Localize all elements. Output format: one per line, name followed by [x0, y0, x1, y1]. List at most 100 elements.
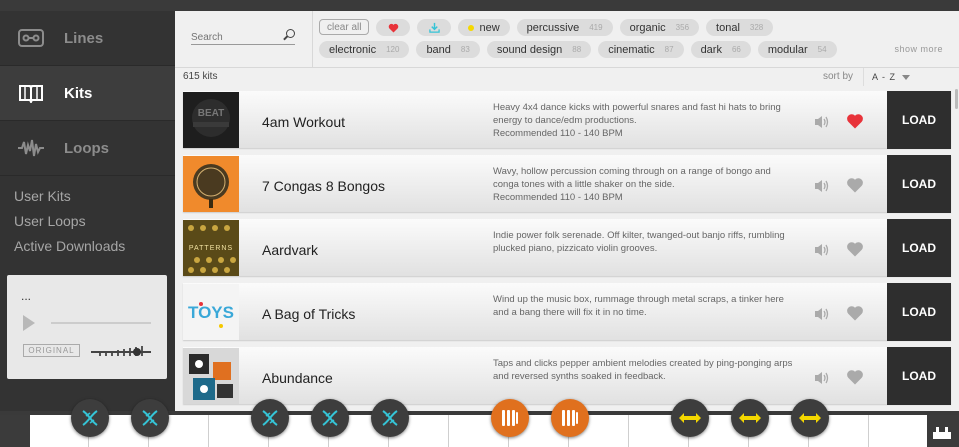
- nav-kits[interactable]: Kits: [0, 66, 175, 121]
- filter-divider: [312, 11, 313, 67]
- tag-dark[interactable]: dark 66: [690, 41, 751, 58]
- original-badge[interactable]: ORIGINAL: [23, 344, 80, 357]
- key-button[interactable]: [491, 399, 529, 437]
- kit-description: Heavy 4x4 dance kicks with powerful snar…: [493, 101, 793, 140]
- nav-loops-label: Loops: [64, 139, 109, 157]
- nav-lines[interactable]: Lines: [0, 11, 175, 66]
- tag-organic[interactable]: organic 356: [619, 19, 700, 36]
- speaker-icon[interactable]: [814, 115, 830, 129]
- tag-count: 88: [572, 45, 582, 54]
- dna-icon: [262, 410, 278, 426]
- key-button[interactable]: [371, 399, 409, 437]
- kit-thumbnail: PATTERNS: [183, 220, 239, 276]
- tag-percussive[interactable]: percussive 419: [516, 19, 613, 36]
- link-user-loops[interactable]: User Loops: [14, 209, 161, 234]
- key-button[interactable]: [251, 399, 289, 437]
- tag-band[interactable]: band 83: [416, 41, 480, 58]
- link-user-kits[interactable]: User Kits: [14, 184, 161, 209]
- tag-label: tonal: [716, 21, 740, 34]
- load-button[interactable]: LOAD: [887, 91, 951, 149]
- speaker-icon[interactable]: [814, 307, 830, 321]
- speaker-icon[interactable]: [814, 179, 830, 193]
- tag-count: 120: [386, 45, 400, 54]
- thumb-text: TOYS: [188, 303, 234, 322]
- volume-knob[interactable]: [133, 348, 141, 356]
- kit-list: BEAT 4am Workout Heavy 4x4 dance kicks w…: [183, 91, 951, 411]
- kit-name: 7 Congas 8 Bongos: [262, 178, 385, 194]
- downloaded-filter[interactable]: [417, 19, 452, 36]
- title-strip: [0, 0, 959, 11]
- key-button[interactable]: [671, 399, 709, 437]
- player-progress[interactable]: [51, 322, 151, 324]
- search-icon[interactable]: [286, 29, 295, 38]
- tag-cinematic[interactable]: cinematic 87: [598, 41, 684, 58]
- tag-label: organic: [629, 21, 666, 34]
- arrows-icon: [679, 413, 701, 423]
- kit-desc-text: Indie power folk serenade. Off kilter, t…: [493, 230, 785, 254]
- clear-all-button[interactable]: clear all: [319, 19, 370, 35]
- kit-row[interactable]: 7 Congas 8 Bongos Wavy, hollow percussio…: [183, 155, 951, 213]
- new-filter[interactable]: new: [458, 19, 510, 36]
- key-button[interactable]: [731, 399, 769, 437]
- kit-row[interactable]: PATTERNS Aardvark Indie power folk seren…: [183, 219, 951, 277]
- load-button[interactable]: LOAD: [887, 347, 951, 405]
- tag-label: percussive: [526, 21, 580, 34]
- kit-row[interactable]: BEAT 4am Workout Heavy 4x4 dance kicks w…: [183, 91, 951, 149]
- app-window: Lines Kits Loops User Kits User Loops Ac…: [0, 0, 959, 447]
- load-button[interactable]: LOAD: [887, 155, 951, 213]
- tag-count: 328: [749, 23, 764, 32]
- search-input[interactable]: [191, 32, 279, 43]
- link-active-downloads[interactable]: Active Downloads: [14, 234, 161, 259]
- chevron-down-icon: [902, 75, 910, 80]
- tag-count: 419: [589, 23, 603, 32]
- heart-icon[interactable]: [846, 368, 864, 386]
- sort-label: sort by: [823, 71, 854, 82]
- key-button[interactable]: [791, 399, 829, 437]
- tag-label: electronic: [329, 43, 377, 56]
- speaker-icon[interactable]: [814, 371, 830, 385]
- tag-count: 83: [460, 45, 470, 54]
- heart-icon[interactable]: [846, 304, 864, 322]
- tag-electronic[interactable]: electronic 120: [319, 41, 410, 58]
- sort-value: A - Z: [872, 72, 897, 82]
- tag-label: band: [426, 43, 451, 56]
- load-button[interactable]: LOAD: [887, 219, 951, 277]
- keyboard-icon[interactable]: [932, 426, 952, 440]
- key-button[interactable]: [551, 399, 589, 437]
- key-button[interactable]: [311, 399, 349, 437]
- kit-description: Wavy, hollow percussion coming through o…: [493, 165, 793, 204]
- dna-icon: [322, 410, 338, 426]
- list-scrollbar[interactable]: [955, 89, 958, 109]
- tag-tonal[interactable]: tonal 328: [706, 19, 774, 36]
- header-separator: [175, 67, 959, 68]
- load-button[interactable]: LOAD: [887, 283, 951, 341]
- key-button[interactable]: [131, 399, 169, 437]
- tag-modular[interactable]: modular 54: [757, 41, 837, 58]
- preview-player: ... ORIGINAL: [7, 275, 167, 379]
- volume-slider[interactable]: [91, 341, 151, 359]
- kit-row[interactable]: Abundance Taps and clicks pepper ambient…: [183, 347, 951, 405]
- main-panel: clear all new percussive 419 organic 356 t…: [175, 11, 959, 411]
- sidebar: Lines Kits Loops User Kits User Loops Ac…: [0, 11, 175, 411]
- arrows-icon: [739, 413, 761, 423]
- nav-kits-label: Kits: [64, 84, 93, 102]
- key-button[interactable]: [71, 399, 109, 437]
- heart-icon[interactable]: [846, 176, 864, 194]
- heart-icon[interactable]: [846, 240, 864, 258]
- kit-description: Indie power folk serenade. Off kilter, t…: [493, 229, 793, 255]
- sort-select[interactable]: A - Z: [863, 68, 959, 86]
- kit-row[interactable]: TOYS A Bag of Tricks Wind up the music b…: [183, 283, 951, 341]
- show-more-link[interactable]: show more: [894, 44, 943, 54]
- search-box: [191, 27, 295, 45]
- kit-name: 4am Workout: [262, 114, 345, 130]
- favorites-filter[interactable]: [376, 19, 411, 36]
- play-icon[interactable]: [23, 315, 35, 331]
- tag-sound-design[interactable]: sound design 88: [486, 41, 592, 58]
- waveform-icon: [16, 137, 46, 159]
- heart-icon[interactable]: [846, 112, 864, 130]
- dna-icon: [82, 410, 98, 426]
- speaker-icon[interactable]: [814, 243, 830, 257]
- kit-thumbnail: BEAT: [183, 92, 239, 148]
- nav-loops[interactable]: Loops: [0, 121, 175, 176]
- kit-bpm: Recommended 110 - 140 BPM: [493, 128, 623, 139]
